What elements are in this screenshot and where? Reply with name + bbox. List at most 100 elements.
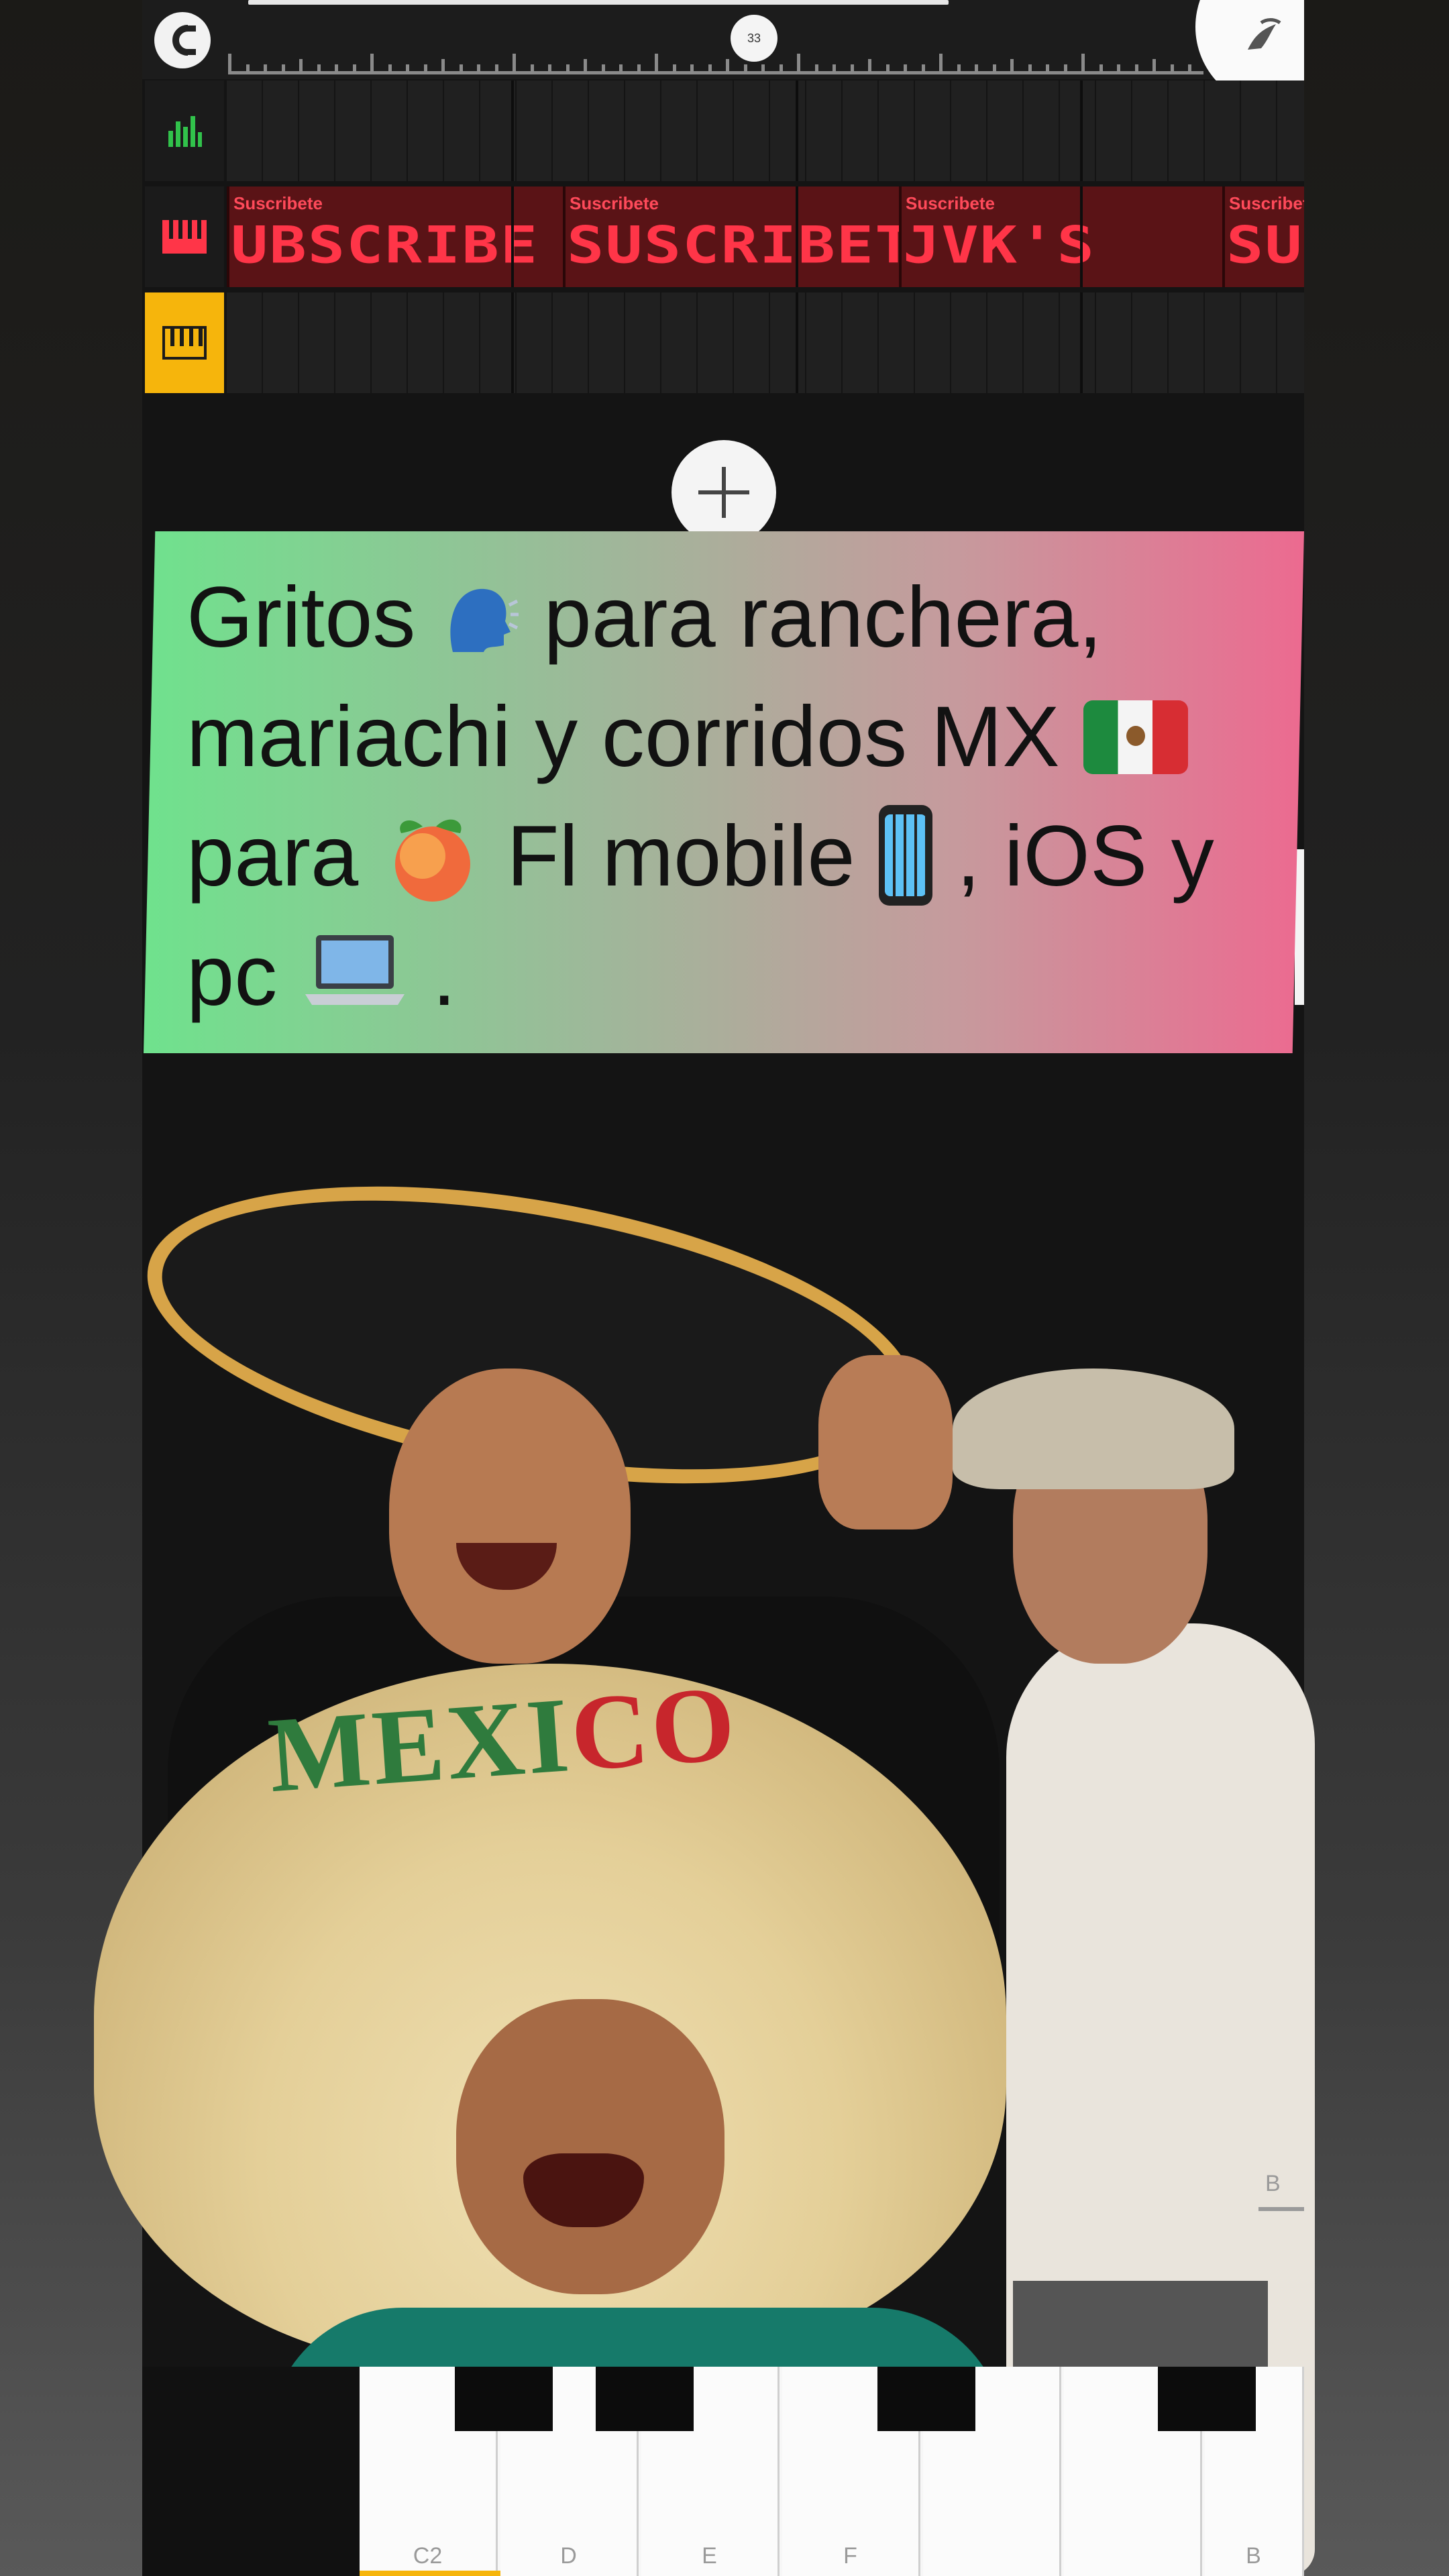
title-banner: Gritos para ranchera, mariachi y corrido… [144,531,1304,1053]
clip-title: Suscribete [1229,193,1304,213]
ruler-tick [975,64,978,71]
ruler-tick [814,64,818,71]
playhead-marker[interactable]: 33 [731,15,777,62]
piano-black-key[interactable] [596,2367,694,2431]
ruler-tick [1170,64,1174,71]
laptop-icon [301,922,409,1005]
ruler-tick [494,64,498,71]
ruler-tick [672,64,676,71]
pattern-clip[interactable]: Suscribete JVK'S [899,186,1222,287]
key-label: F [843,2543,857,2569]
speaking-head-icon [439,570,520,652]
old-man-cap [953,1368,1234,1489]
c2-highlight [360,2571,500,2576]
ruler-tick [637,64,641,71]
ruler-tick [335,64,338,71]
ruler-tick [601,64,605,71]
plus-icon [698,467,749,518]
pattern-clip[interactable]: Suscribete SUSCRIBETE [563,186,899,287]
banner-text-fl-mobile: Fl mobile [506,808,855,904]
keyboard-icon [162,220,207,254]
ruler-tick [388,64,392,71]
ruler-tick [708,64,712,71]
ruler-tick [584,59,587,71]
banner-text-gritos: Gritos [186,570,416,665]
piano-black-key[interactable] [455,2367,553,2431]
ruler-tick [1010,59,1014,71]
keyboard-side-panel [142,2367,360,2576]
key-label: C2 [413,2543,443,2569]
ruler-tick [1152,59,1156,71]
ruler-tick [957,64,961,71]
track-header-drums[interactable] [145,80,224,181]
ruler-tick [939,54,943,71]
clip-notes-text: SUE [1226,216,1304,275]
bar-separator [1080,80,1083,181]
ruler-tick [246,64,250,71]
ruler-tick [833,64,836,71]
ruler-tick [743,64,747,71]
ruler-tick [1117,64,1120,71]
banner-text: Gritos para ranchera, mariachi y corrido… [186,558,1287,1036]
track-lane[interactable]: Suscribete UBSCRIBE Suscribete SUSCRIBET… [227,186,1304,287]
piano-black-key[interactable] [877,2367,975,2431]
ruler-tick [1081,54,1085,71]
ruler-tick [281,64,285,71]
ruler-tick [921,64,925,71]
laughing-man-face [456,1999,724,2294]
ruler-baseline [228,71,1203,74]
track-header-synth[interactable] [145,186,224,287]
banner-text-period: . [432,928,456,1024]
track-synth[interactable]: Suscribete UBSCRIBE Suscribete SUSCRIBET… [142,186,1304,287]
bar-separator [1080,292,1083,393]
upper-octave-key-label: B [1265,2171,1281,2196]
piano-keyboard[interactable]: C2 D E F B [360,2367,1304,2576]
ruler-tick [1188,64,1191,71]
clip-title: Suscribete [906,193,995,213]
ruler-tick [868,59,871,71]
piano-black-key[interactable] [1158,2367,1256,2431]
ruler-tick [850,64,854,71]
ruler-tick [370,54,374,71]
bar-separator [796,292,798,393]
timeline-scrollbar[interactable] [248,0,949,5]
ruler-tick [726,59,729,71]
fl-fruit-logo-icon [1248,18,1281,50]
key-label: B [1246,2543,1261,2569]
ruler-tick [1134,64,1138,71]
clip-notes-text: JVK'S [903,216,1095,275]
octave-divider [1258,2207,1304,2211]
ruler-tick [1028,64,1032,71]
timeline-ruler[interactable]: 33 [142,0,1304,79]
snap-magnet-button[interactable] [154,12,211,68]
raised-hand [818,1355,953,1529]
magnet-icon [172,25,196,56]
bar-separator [796,186,798,287]
track-lane[interactable] [227,292,1304,393]
pattern-clip[interactable]: Suscribete SUE [1222,186,1304,287]
ruler-tick [513,54,516,71]
mariachi-photo-sticker: MEXICO [0,1135,1449,2576]
track-piano[interactable] [142,292,1304,393]
add-track-button[interactable] [672,440,776,545]
bar-separator [511,80,514,181]
ruler-tick [1046,64,1049,71]
ruler-tick [797,54,800,71]
bar-separator [511,292,514,393]
ruler-tick [352,64,356,71]
ruler-tick [779,64,783,71]
clip-notes-text: UBSCRIBE [231,216,539,275]
ruler-tick [548,64,551,71]
track-lane[interactable] [227,80,1304,181]
ruler-tick [530,64,534,71]
ruler-tick [619,64,623,71]
ruler-tick [904,64,907,71]
bar-separator [1080,186,1083,287]
ruler-ticks [228,54,1203,71]
mexico-flag-icon [1083,700,1189,774]
ruler-tick [406,64,409,71]
banner-text-para: para [186,808,359,904]
bar-separator [796,80,798,181]
track-header-piano[interactable] [145,292,224,393]
track-drums[interactable] [142,80,1304,181]
